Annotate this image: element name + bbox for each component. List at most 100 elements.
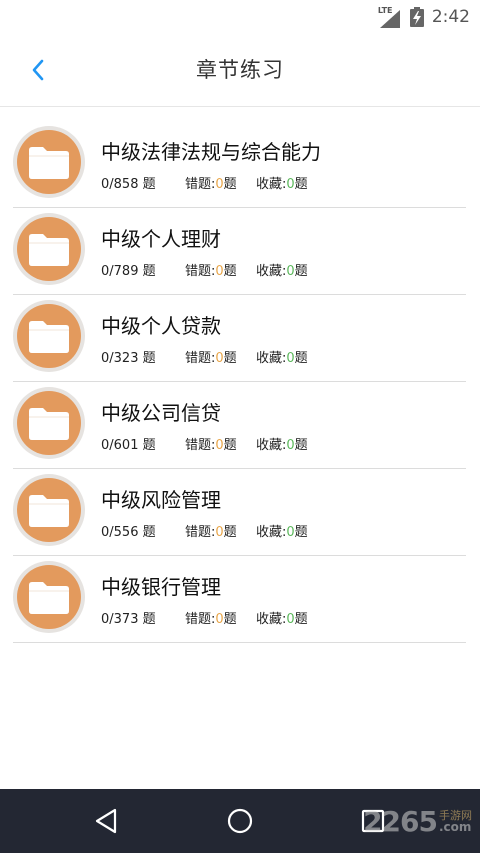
chapter-title: 中级个人理财	[101, 227, 221, 251]
chapter-stats: 0/323 题错题:0题 收藏:0题	[101, 347, 308, 366]
watermark-com: .com	[439, 819, 472, 834]
wrong-unit: 题	[223, 177, 237, 192]
progress-text: 0/323 题	[101, 351, 156, 366]
folder-icon-badge	[13, 126, 85, 198]
fav-count: 0	[286, 438, 295, 453]
chapter-item[interactable]: 中级个人理财 0/789 题错题:0题 收藏:0题	[13, 208, 466, 295]
chapter-list: 中级法律法规与综合能力 0/858 题错题:0题 收藏:0题 中级个人理财 0/7…	[0, 121, 480, 643]
chapter-item[interactable]: 中级银行管理 0/373 题错题:0题 收藏:0题	[13, 556, 466, 643]
chapter-item[interactable]: 中级法律法规与综合能力 0/858 题错题:0题 收藏:0题	[13, 121, 466, 208]
wrong-count: 0	[215, 177, 224, 192]
folder-icon	[29, 495, 69, 527]
chapter-title: 中级公司信贷	[101, 401, 221, 425]
favorite-stat: 收藏:0题	[256, 608, 308, 627]
fav-count: 0	[286, 525, 295, 540]
wrong-unit: 题	[223, 438, 237, 453]
folder-icon-badge	[13, 300, 85, 372]
chapter-title: 中级风险管理	[101, 488, 221, 512]
fav-label: 收藏:	[256, 351, 287, 366]
folder-icon-badge	[13, 561, 85, 633]
wrong-unit: 题	[223, 525, 237, 540]
wrong-stat: 错题:0题	[185, 521, 256, 540]
fav-unit: 题	[294, 438, 308, 453]
chapter-item[interactable]: 中级个人贷款 0/323 题错题:0题 收藏:0题	[13, 295, 466, 382]
wrong-label: 错题:	[185, 351, 216, 366]
wrong-stat: 错题:0题	[185, 260, 256, 279]
chapter-stats: 0/373 题错题:0题 收藏:0题	[101, 608, 308, 627]
chapter-item[interactable]: 中级风险管理 0/556 题错题:0题 收藏:0题	[13, 469, 466, 556]
status-icons: LTE 2:42	[378, 5, 470, 29]
wrong-label: 错题:	[185, 438, 216, 453]
fav-label: 收藏:	[256, 612, 287, 627]
progress-text: 0/789 题	[101, 264, 156, 279]
chapter-stats: 0/556 题错题:0题 收藏:0题	[101, 521, 308, 540]
favorite-stat: 收藏:0题	[256, 347, 308, 366]
fav-label: 收藏:	[256, 525, 287, 540]
wrong-label: 错题:	[185, 264, 216, 279]
app-header: 章节练习	[0, 34, 480, 107]
fav-count: 0	[286, 351, 295, 366]
folder-icon-badge	[13, 387, 85, 459]
page-title: 章节练习	[196, 58, 284, 82]
wrong-stat: 错题:0题	[185, 347, 256, 366]
folder-icon-badge	[13, 474, 85, 546]
folder-icon	[29, 234, 69, 266]
wrong-label: 错题:	[185, 525, 216, 540]
fav-unit: 题	[294, 612, 308, 627]
favorite-stat: 收藏:0题	[256, 173, 308, 192]
status-bar: LTE 2:42	[0, 0, 480, 34]
nav-home-button[interactable]	[224, 805, 256, 837]
wrong-stat: 错题:0题	[185, 173, 256, 192]
wrong-unit: 题	[223, 264, 237, 279]
chapter-title: 中级法律法规与综合能力	[101, 140, 321, 164]
chapter-stats: 0/789 题错题:0题 收藏:0题	[101, 260, 308, 279]
wrong-unit: 题	[223, 612, 237, 627]
system-nav-bar: 2265 手游网 .com	[0, 789, 480, 853]
chapter-stats: 0/858 题错题:0题 收藏:0题	[101, 173, 308, 192]
progress-text: 0/858 题	[101, 177, 156, 192]
wrong-label: 错题:	[185, 177, 216, 192]
battery-charging-icon	[409, 7, 424, 27]
watermark-logo: 2265 手游网 .com	[363, 803, 472, 839]
wrong-label: 错题:	[185, 612, 216, 627]
fav-unit: 题	[294, 177, 308, 192]
wrong-count: 0	[215, 525, 224, 540]
chapter-stats: 0/601 题错题:0题 收藏:0题	[101, 434, 308, 453]
watermark-cn: 手游网	[439, 808, 472, 822]
folder-icon	[29, 147, 69, 179]
progress-text: 0/601 题	[101, 438, 156, 453]
chapter-title: 中级银行管理	[101, 575, 221, 599]
wrong-count: 0	[215, 351, 224, 366]
fav-unit: 题	[294, 264, 308, 279]
wrong-count: 0	[215, 264, 224, 279]
folder-icon-badge	[13, 213, 85, 285]
wrong-stat: 错题:0题	[185, 608, 256, 627]
circle-home-icon	[227, 808, 253, 834]
folder-icon	[29, 408, 69, 440]
wrong-count: 0	[215, 438, 224, 453]
favorite-stat: 收藏:0题	[256, 521, 308, 540]
chapter-title: 中级个人贷款	[101, 314, 221, 338]
fav-unit: 题	[294, 351, 308, 366]
chapter-item[interactable]: 中级公司信贷 0/601 题错题:0题 收藏:0题	[13, 382, 466, 469]
signal-icon	[379, 10, 400, 28]
progress-text: 0/373 题	[101, 612, 156, 627]
fav-label: 收藏:	[256, 438, 287, 453]
nav-back-button[interactable]	[90, 805, 122, 837]
fav-label: 收藏:	[256, 264, 287, 279]
fav-count: 0	[286, 177, 295, 192]
wrong-count: 0	[215, 612, 224, 627]
fav-count: 0	[286, 612, 295, 627]
triangle-back-icon	[95, 808, 117, 834]
favorite-stat: 收藏:0题	[256, 260, 308, 279]
fav-label: 收藏:	[256, 177, 287, 192]
favorite-stat: 收藏:0题	[256, 434, 308, 453]
wrong-unit: 题	[223, 351, 237, 366]
fav-count: 0	[286, 264, 295, 279]
fav-unit: 题	[294, 525, 308, 540]
clock: 2:42	[431, 7, 470, 27]
folder-icon	[29, 582, 69, 614]
progress-text: 0/556 题	[101, 525, 156, 540]
folder-icon	[29, 321, 69, 353]
wrong-stat: 错题:0题	[185, 434, 256, 453]
